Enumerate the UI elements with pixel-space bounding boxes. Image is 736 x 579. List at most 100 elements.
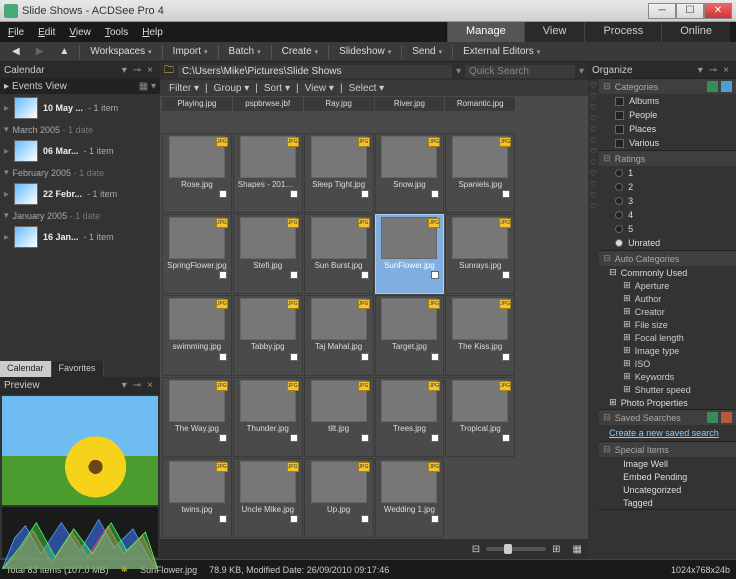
tab-calendar[interactable]: Calendar [0, 361, 52, 377]
autocat-item[interactable]: ⊞Shutter speed [599, 383, 736, 396]
thumbnail-cell[interactable]: JPGSunrays.jpg [445, 214, 515, 294]
panel-close-icon[interactable]: × [144, 65, 156, 76]
special-item[interactable]: Tagged [599, 496, 736, 509]
category-item[interactable]: People [599, 108, 736, 122]
zoom-out-icon[interactable]: ⊟ [472, 544, 480, 555]
saved-del-icon[interactable] [721, 412, 732, 423]
autocat-item[interactable]: ⊞ISO [599, 357, 736, 370]
category-item[interactable]: Places [599, 122, 736, 136]
thumbnail-cell[interactable]: Ray.jpg [304, 97, 374, 111]
thumbnail-cell[interactable]: JPGSun Burst.jpg [304, 214, 374, 294]
mode-online[interactable]: Online [661, 22, 730, 42]
thumbnail-cell[interactable]: JPGThe Kiss.jpg [445, 295, 515, 375]
thumbnail-cell[interactable]: JPGTaj Mahal.jpg [304, 295, 374, 375]
month-header[interactable]: ▾February 2005 - 1 date [0, 165, 160, 180]
special-header[interactable]: ⊟Special Items [599, 442, 736, 457]
mode-manage[interactable]: Manage [447, 22, 524, 42]
autocat-item[interactable]: ⊞File size [599, 318, 736, 331]
thumbnail-cell[interactable]: River.jpg [375, 97, 445, 111]
mode-process[interactable]: Process [584, 22, 661, 42]
filter-menu[interactable]: Filter ▾ [166, 83, 202, 94]
thumbnail-cell[interactable]: JPGTabby.jpg [233, 295, 303, 375]
workspaces-menu[interactable]: Workspaces [84, 44, 157, 59]
thumbnail-cell[interactable]: pspbrwse.jbf [233, 97, 303, 111]
back-button[interactable]: ◀ [6, 44, 26, 59]
categories-header[interactable]: ⊟Categories [599, 79, 736, 94]
rating-item[interactable]: Unrated [599, 236, 736, 250]
import-menu[interactable]: Import [167, 44, 214, 59]
event-row[interactable]: ▸06 Mar...- 1 item [0, 137, 160, 165]
event-row[interactable]: ▸22 Febr...- 1 item [0, 180, 160, 208]
create-menu[interactable]: Create [276, 44, 325, 59]
ratings-header[interactable]: ⊟Ratings [599, 151, 736, 166]
thumbnail-cell[interactable]: JPGStefi.jpg [233, 214, 303, 294]
tab-favorites[interactable]: Favorites [52, 361, 104, 377]
folder-icon[interactable]: 🗀 [164, 63, 174, 80]
autocat-header[interactable]: ⊟Auto Categories [599, 251, 736, 266]
organize-pin-icon[interactable]: ⊸ [706, 65, 720, 76]
menu-edit[interactable]: Edit [38, 27, 55, 38]
special-item[interactable]: Uncategorized [599, 483, 736, 496]
external-menu[interactable]: External Editors [457, 44, 546, 59]
thumbnail-cell[interactable]: JPGRose.jpg [162, 133, 232, 213]
thumbnail-cell[interactable]: JPGThe Way.jpg [162, 377, 232, 457]
thumbnail-cell[interactable]: JPGSnow.jpg [375, 133, 445, 213]
quick-search-input[interactable]: Quick Search [465, 65, 575, 78]
new-category-icon[interactable] [707, 81, 718, 92]
zoom-in-icon[interactable]: ⊞ [552, 544, 560, 555]
saved-header[interactable]: ⊟Saved Searches [599, 410, 736, 425]
saved-add-icon[interactable] [707, 412, 718, 423]
thumbnail-cell[interactable]: JPGUncle Mike.jpg [233, 458, 303, 538]
preview-pin-icon[interactable]: ⊸ [130, 380, 144, 391]
photo-properties[interactable]: ⊞Photo Properties [599, 396, 736, 409]
rating-item[interactable]: 4 [599, 208, 736, 222]
category-item[interactable]: Various [599, 136, 736, 150]
autocat-item[interactable]: ⊞Keywords [599, 370, 736, 383]
organize-close-icon[interactable]: × [720, 65, 732, 76]
slideshow-menu[interactable]: Slideshow [333, 44, 397, 59]
thumbnail-cell[interactable]: JPGTropical.jpg [445, 377, 515, 457]
path-input[interactable]: C:\Users\Mike\Pictures\Slide Shows [178, 65, 452, 78]
autocat-item[interactable]: ⊞Image type [599, 344, 736, 357]
path-dropdown-icon[interactable]: ▾ [456, 66, 461, 77]
category-item[interactable]: Albums [599, 94, 736, 108]
up-button[interactable]: ▲ [53, 44, 75, 59]
thumbnail-cell[interactable]: JPGtilt.jpg [304, 377, 374, 457]
view-menu[interactable]: View ▾ [302, 83, 337, 94]
thumbnail-cell[interactable]: JPGTrees.jpg [375, 377, 445, 457]
new-search-link[interactable]: Create a new saved search [599, 425, 736, 441]
menu-file[interactable]: File [8, 27, 24, 38]
thumbnail-cell[interactable]: JPGThunder.jpg [233, 377, 303, 457]
event-row[interactable]: ▸16 Jan...- 1 item [0, 223, 160, 251]
close-button[interactable]: ✕ [704, 3, 732, 19]
autocat-item[interactable]: ⊞Author [599, 292, 736, 305]
preview-close-icon[interactable]: × [144, 380, 156, 391]
thumbnail-cell[interactable]: JPGswimming.jpg [162, 295, 232, 375]
special-item[interactable]: Embed Pending [599, 470, 736, 483]
autocat-item[interactable]: ⊞Aperture [599, 279, 736, 292]
thumbnail-cell[interactable]: JPGWedding 1.jpg [375, 458, 445, 538]
preview-menu-icon[interactable]: ▾ [119, 380, 130, 391]
commonly-used[interactable]: ⊟Commonly Used [599, 266, 736, 279]
panel-menu-icon[interactable]: ▾ [119, 65, 130, 76]
search-dropdown-icon[interactable]: ▾ [579, 66, 584, 77]
thumbnail-cell[interactable]: JPGUp.jpg [304, 458, 374, 538]
fwd-button[interactable]: ▶ [30, 44, 50, 59]
thumbnail-cell[interactable]: JPGSpringFlower.jpg [162, 214, 232, 294]
thumbnail-cell[interactable]: JPGSunFlower.jpg [375, 214, 445, 294]
thumbnail-cell[interactable]: JPGShapes - 2010.10.02 ... [233, 133, 303, 213]
thumbnail-cell[interactable]: JPGSpaniels.jpg [445, 133, 515, 213]
rating-item[interactable]: 2 [599, 180, 736, 194]
rating-item[interactable]: 5 [599, 222, 736, 236]
zoom-slider[interactable] [486, 547, 546, 551]
month-header[interactable]: ▾March 2005 - 1 date [0, 122, 160, 137]
organize-menu-icon[interactable]: ▾ [695, 65, 706, 76]
select-menu[interactable]: Select ▾ [346, 83, 388, 94]
thumbnail-cell[interactable]: JPGSleep Tight.jpg [304, 133, 374, 213]
autocat-item[interactable]: ⊞Creator [599, 305, 736, 318]
rating-item[interactable]: 3 [599, 194, 736, 208]
month-header[interactable]: ▾January 2005 - 1 date [0, 208, 160, 223]
special-item[interactable]: Image Well [599, 457, 736, 470]
menu-tools[interactable]: Tools [105, 27, 128, 38]
rating-item[interactable]: 1 [599, 166, 736, 180]
